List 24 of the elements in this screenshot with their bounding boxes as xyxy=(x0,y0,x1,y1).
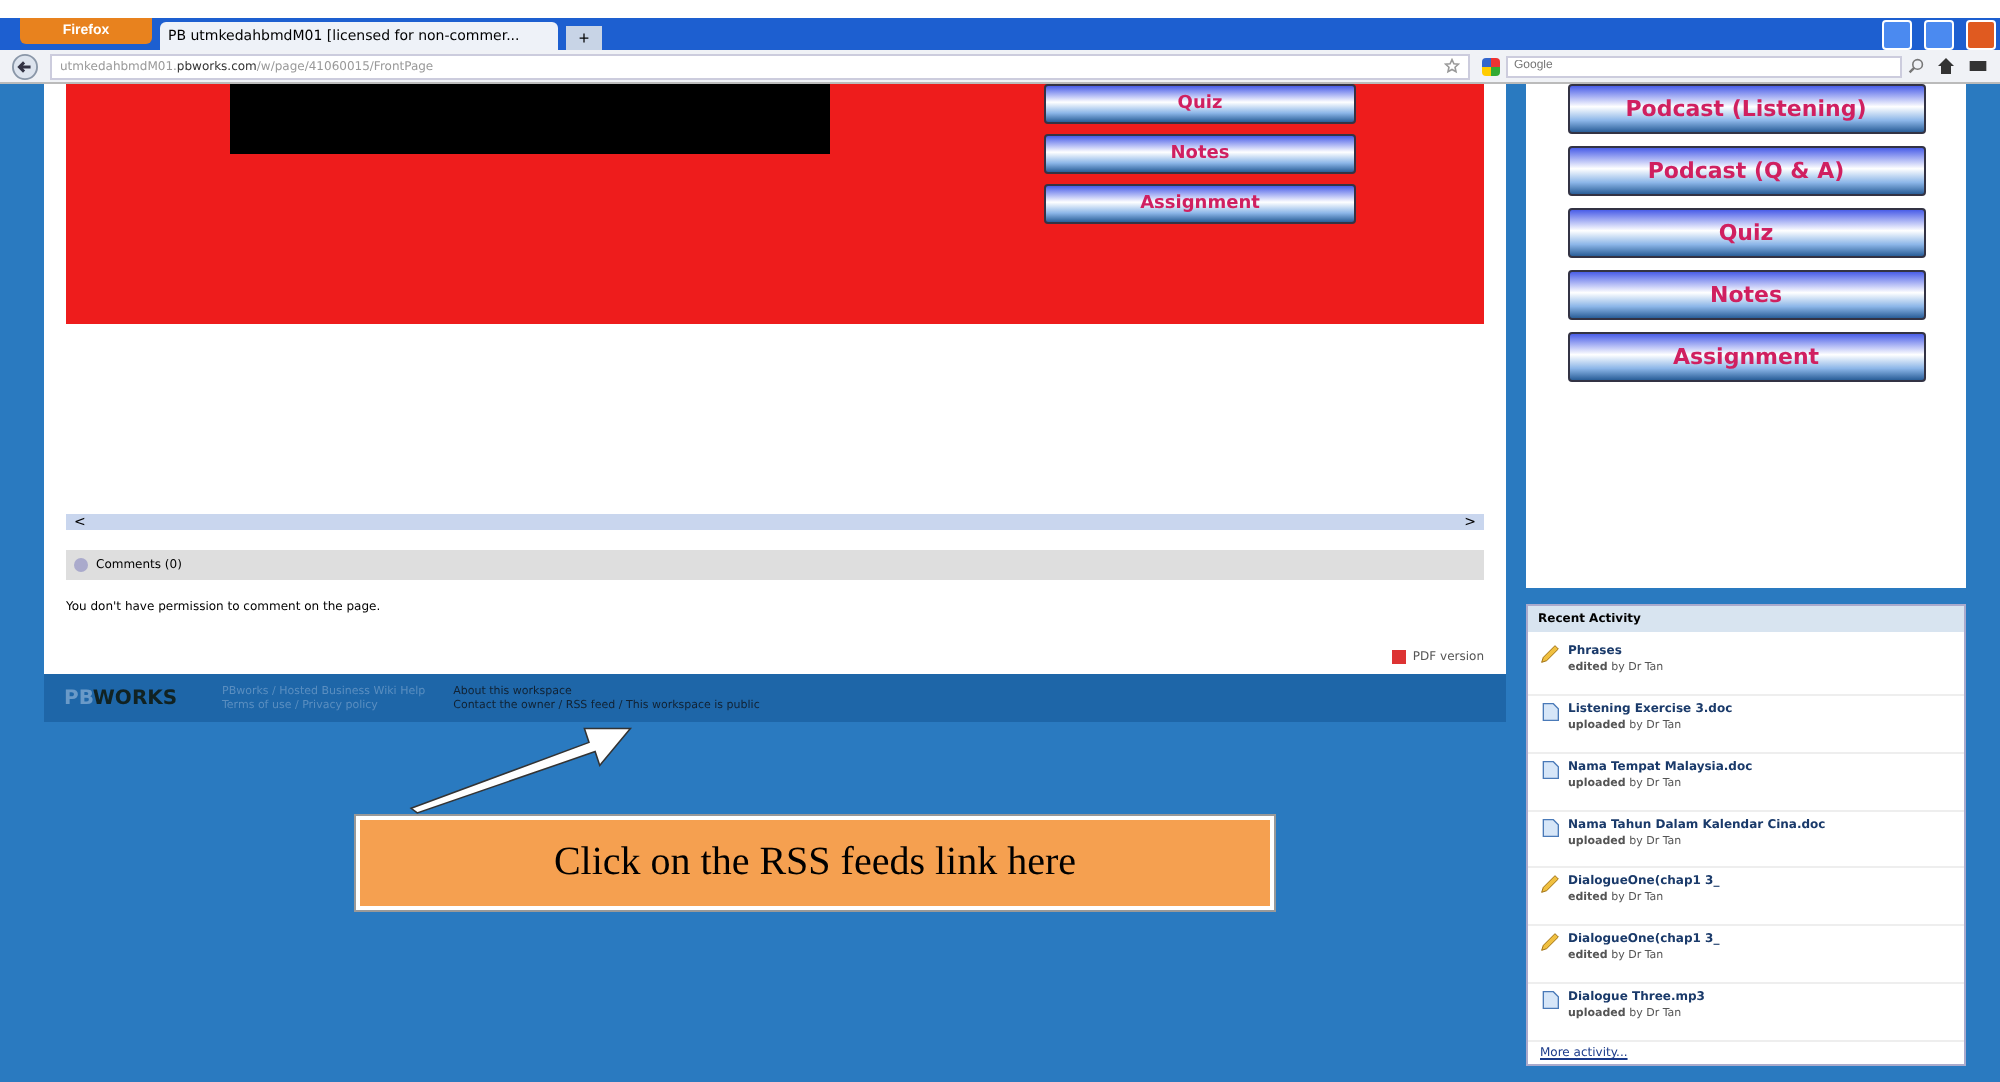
menu-button[interactable]: Podcast (Q & A) xyxy=(1567,146,1925,196)
google-icon xyxy=(1482,57,1500,75)
menu-button[interactable]: Assignment xyxy=(1567,332,1925,382)
menu-button[interactable]: Quiz xyxy=(1044,84,1356,124)
new-tab-button[interactable]: + xyxy=(566,26,602,50)
close-icon[interactable] xyxy=(1966,19,1996,49)
file-icon xyxy=(1540,990,1560,1011)
pencil-icon xyxy=(1540,932,1560,953)
instruction-callout: Click on the RSS feeds link here xyxy=(356,816,1274,910)
menu-button[interactable]: Quiz xyxy=(1567,208,1925,258)
file-icon xyxy=(1540,817,1560,838)
menu-button[interactable]: Notes xyxy=(1567,270,1925,320)
file-icon xyxy=(1540,701,1560,722)
star-icon[interactable] xyxy=(1444,58,1460,74)
search-icon[interactable] xyxy=(1908,58,1924,74)
pencil-icon xyxy=(1540,874,1560,895)
pbworks-logo: PBWORKS xyxy=(64,687,180,709)
file-icon xyxy=(1540,759,1560,780)
home-icon[interactable] xyxy=(1936,56,1956,76)
menu-button[interactable]: Podcast (Listening) xyxy=(1567,84,1925,134)
menu-button[interactable]: Assignment xyxy=(1044,184,1356,224)
menu-button[interactable]: Notes xyxy=(1044,134,1356,174)
back-arrow-icon[interactable] xyxy=(12,53,38,79)
pencil-icon xyxy=(1540,644,1560,664)
